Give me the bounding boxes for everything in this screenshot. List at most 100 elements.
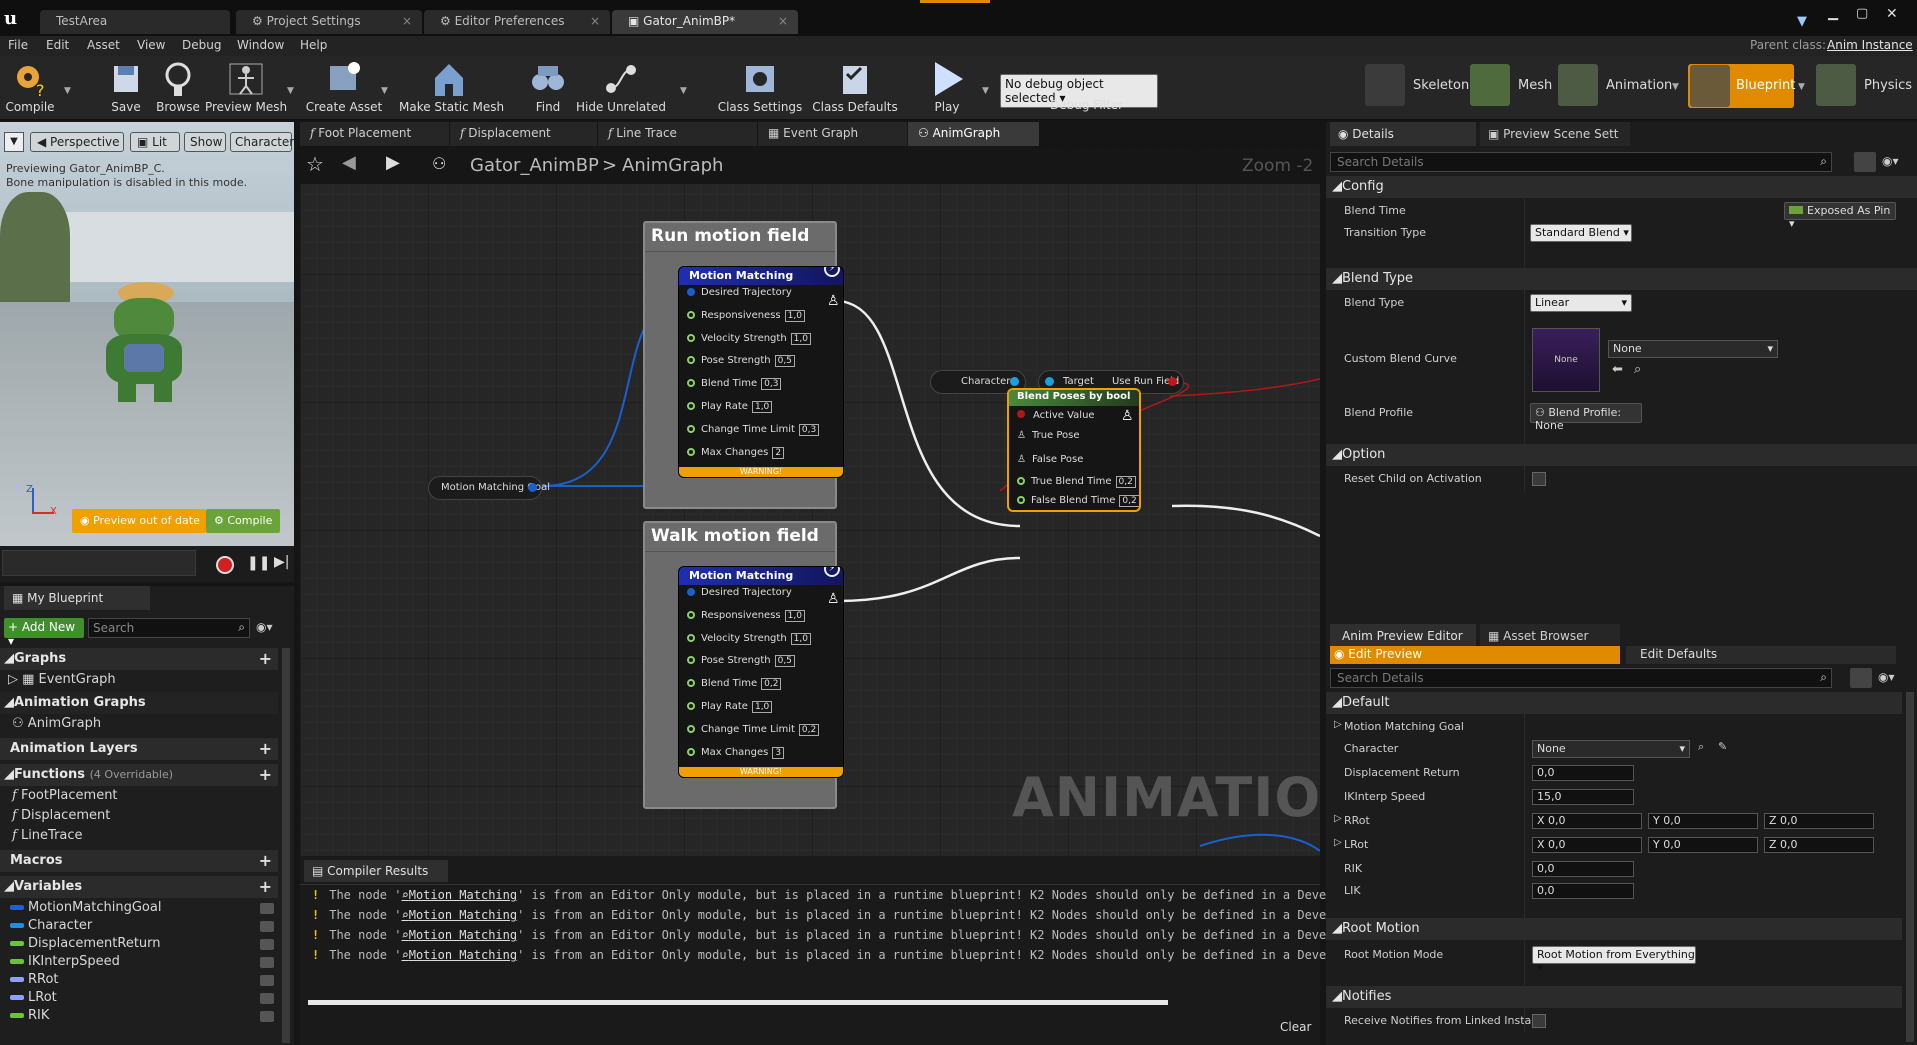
minimize-icon[interactable]: ▁ [1828,6,1838,21]
section-blend-type[interactable]: ◢Blend Type [1326,268,1917,290]
compile-options-chevron-icon[interactable]: ▼ [64,86,71,96]
compiler-message[interactable]: ! The node '⌕Motion Matching' is from an … [312,908,1348,922]
rik-input[interactable]: 0,0 [1532,861,1634,877]
tab-animgraph[interactable]: ⚇ AnimGraph [908,122,1040,146]
perspective-button[interactable]: ◀ Perspective [30,132,124,152]
add-new-button[interactable]: + Add New ▾ [4,618,84,648]
compiler-message[interactable]: ! The node '⌕Motion Matching' is from an … [312,888,1348,902]
reset-child-checkbox[interactable] [1532,472,1546,486]
output-pin-icon[interactable] [528,483,537,492]
pin-blend-time[interactable]: Blend Time 0,3 [687,378,782,391]
pin-value-input[interactable]: 1,0 [790,632,811,645]
menu-debug[interactable]: Debug [182,38,221,52]
view-options-eye-icon[interactable]: ◉▾ [1882,154,1899,168]
pin-change-time-limit[interactable]: Change Time Limit 0,2 [687,723,820,736]
expand-arrow-icon[interactable]: ▷ [1334,837,1342,848]
pin-play-rate[interactable]: Play Rate 1,0 [687,701,773,713]
blueprint-chevron-icon[interactable]: ▼ [1798,82,1805,92]
rrot-z-input[interactable]: Z 0,0 [1764,813,1874,829]
show-button[interactable]: Show [184,132,226,152]
maximize-icon[interactable]: ▢ [1856,6,1868,21]
graph-canvas[interactable]: ☆ ◀ ▶ ⚇ Gator_AnimBP > AnimGraph Zoom -2… [300,146,1320,856]
viewport-compile-button[interactable]: ⚙ Compile [206,509,280,533]
tab-editor-preferences[interactable]: ⚙ Editor Preferences × [424,10,610,34]
add-macro-icon[interactable]: + [259,851,272,870]
close-icon[interactable]: × [402,14,412,28]
blend-type-select[interactable]: Linear ▾ [1530,294,1632,312]
add-layer-icon[interactable]: + [259,739,272,758]
pin-pose-strength[interactable]: Pose Strength 0,5 [687,655,795,668]
pin-value-input[interactable]: 0,3 [798,423,820,436]
blueprint-search-input[interactable]: Search ⌕ [88,618,250,638]
tab-project-settings[interactable]: ⚙ Project Settings × [236,10,422,34]
details-tab[interactable]: ◉ Details [1330,122,1476,146]
preview-scene-settings-tab[interactable]: ▣ Preview Scene Sett [1480,122,1630,146]
pin-false-pose[interactable]: ♙ False Pose [1017,454,1083,465]
pin-value-input[interactable]: 0,2 [761,678,782,691]
pin-value-input[interactable]: 2 [772,446,785,459]
create-asset-button[interactable]: Create Asset [306,60,382,118]
make-static-mesh-button[interactable]: Make Static Mesh [399,60,504,118]
view-options-eye-icon[interactable]: ◉▾ [256,620,273,634]
record-icon[interactable] [216,556,234,574]
tab-testarea[interactable]: TestArea [40,10,230,34]
variable-item[interactable]: RRot [10,972,278,992]
compiler-message[interactable]: ! The node '⌕Motion Matching' is from an … [312,928,1348,942]
class-settings-button[interactable]: Class Settings [718,60,802,118]
notification-icon[interactable]: ▼ [1797,14,1807,29]
pin-value-input[interactable]: 0,3 [761,378,782,391]
pin-true-blend-time[interactable]: True Blend Time 0,2 [1017,476,1136,488]
visibility-eye-icon[interactable] [260,1011,274,1022]
visibility-eye-icon[interactable] [260,993,274,1004]
variable-item[interactable]: DisplacementReturn [10,936,278,956]
browse-magnifier-icon[interactable]: ⌕ [1698,740,1704,754]
curve-thumbnail[interactable]: None [1532,328,1600,392]
tab-displacement[interactable]: f Displacement [450,122,598,146]
tab-foot-placement[interactable]: f Foot Placement [300,122,450,146]
tab-event-graph[interactable]: ▦ Event Graph [758,122,908,146]
node-link[interactable]: ⌕Motion Matching [401,908,517,922]
blueprint-scrollbar[interactable] [282,648,290,1043]
blend-profile-button[interactable]: ⚇ Blend Profile: None [1530,403,1642,432]
node-link[interactable]: ⌕Motion Matching [401,948,517,962]
pin-pose-strength[interactable]: Pose Strength 0,5 [687,355,795,368]
graph-item-animgraph[interactable]: ⚇ AnimGraph [0,716,290,736]
find-button[interactable]: Find [518,60,578,118]
edit-defaults-button[interactable]: Edit Defaults [1626,646,1896,664]
variable-item[interactable]: IKInterpSpeed [10,954,278,974]
variable-item[interactable]: RIK [10,1008,278,1028]
displacement-return-input[interactable]: 0,0 [1532,765,1634,781]
pin-desired-trajectory[interactable]: Desired Trajectory [687,287,792,298]
pin-active-value[interactable]: Active Value [1017,410,1095,421]
function-item-displacement[interactable]: f Displacement [0,808,290,828]
section-config[interactable]: ◢Config [1326,176,1917,198]
rrot-x-input[interactable]: X 0,0 [1532,813,1642,829]
ikinterp-speed-input[interactable]: 15,0 [1532,789,1634,805]
view-options-eye-icon[interactable]: ◉▾ [1878,670,1895,684]
visibility-eye-icon[interactable] [260,921,274,932]
variable-node-motion-matching-goal[interactable]: Motion Matching Goal [428,476,550,500]
character-select[interactable]: None ▾ [1532,740,1690,758]
visibility-eye-icon[interactable] [260,975,274,986]
root-motion-mode-select[interactable]: Root Motion from Everything ▾ [1532,946,1696,974]
visibility-eye-icon[interactable] [260,957,274,968]
section-default[interactable]: ◢Default [1326,692,1902,714]
clear-button[interactable]: Clear [1280,1020,1311,1034]
add-graph-icon[interactable]: + [259,649,272,668]
class-defaults-button[interactable]: Class Defaults [812,60,898,118]
pin-responsiveness[interactable]: Responsiveness 1,0 [687,609,805,622]
graphs-section[interactable]: ◢Graphs + [0,648,278,670]
create-asset-chevron-icon[interactable]: ▼ [381,86,388,96]
compile-button[interactable]: ? Compile [0,60,60,118]
variable-item[interactable]: MotionMatchingGoal [10,900,278,920]
rrot-y-input[interactable]: Y 0,0 [1648,813,1758,829]
node-link[interactable]: ⌕Motion Matching [401,928,517,942]
menu-asset[interactable]: Asset [87,38,120,52]
character-button[interactable]: Character [230,132,294,152]
pin-true-pose[interactable]: ♙ True Pose [1017,430,1080,441]
pin-blend-time[interactable]: Blend Time 0,2 [687,678,782,691]
variables-section[interactable]: ◢Variables + [0,876,278,898]
function-item-linetrace[interactable]: f LineTrace [0,828,290,848]
close-window-icon[interactable]: ✕ [1886,6,1898,22]
animation-chevron-icon[interactable]: ▼ [1672,82,1679,92]
